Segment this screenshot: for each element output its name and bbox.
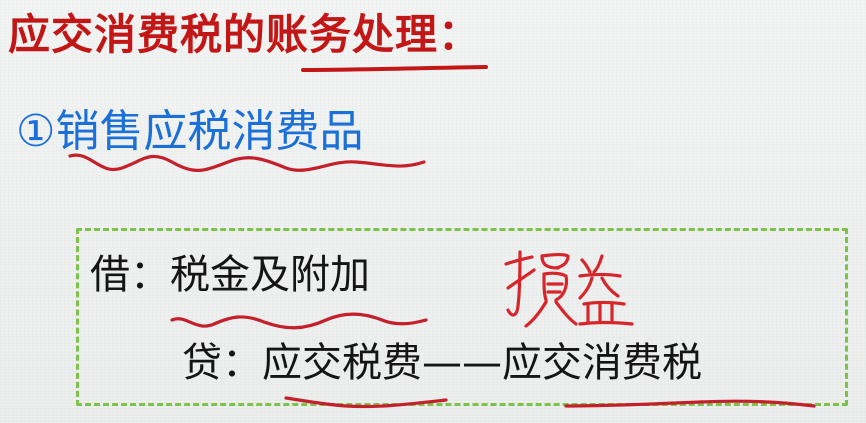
subtitle: ①销售应税消费品 [16,110,363,154]
credit-subaccount: 应交消费税 [502,340,702,386]
debit-label: 借： [90,252,170,298]
credit-line: 贷：应交税费——应交消费税 [182,343,702,383]
title-prefix: 应交消费税的 [8,10,267,59]
subtitle-number: ① [16,106,56,157]
debit-line: 借：税金及附加 [90,255,370,295]
title-highlight: 账务处理 [266,10,439,59]
title-underline [301,65,488,72]
credit-separator: —— [422,340,502,386]
credit-account: 应交税费 [262,340,422,386]
debit-account: 税金及附加 [170,252,370,298]
handwritten-note-sunyi: 损益 [504,250,634,328]
subtitle-wavy-underline [68,153,426,172]
slide-title: 应交消费税的账务处理： [8,14,481,56]
title-suffix: ： [438,10,482,59]
subtitle-text: 销售应税消费品 [55,106,364,157]
credit-label: 贷： [182,340,262,386]
